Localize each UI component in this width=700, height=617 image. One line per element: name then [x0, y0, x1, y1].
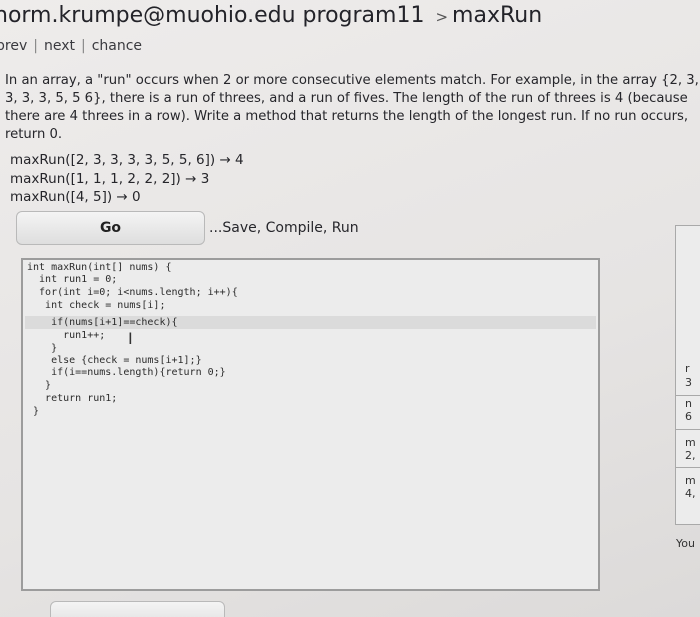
next-link[interactable]: next: [44, 38, 75, 54]
results-fragment: m: [685, 436, 696, 449]
problem-nav: prev | next | chance: [0, 38, 142, 54]
save-compile-run-hint: ...Save, Compile, Run: [209, 220, 359, 236]
description-line: In an array, a "run" occurs when 2 or mo…: [5, 73, 699, 88]
description-line: there are 4 threes in a row). Write a me…: [5, 109, 689, 124]
code-line: int check = nums[i];: [27, 300, 166, 311]
code-line: }: [27, 406, 40, 417]
partial-button[interactable]: [50, 601, 225, 617]
results-fragment: m: [685, 474, 696, 487]
results-divider: [675, 429, 700, 430]
go-button[interactable]: Go: [16, 211, 205, 245]
code-line: int run1 = 0;: [27, 274, 118, 285]
description-line: return 0.: [5, 127, 63, 142]
results-fragment: 6: [685, 410, 692, 423]
results-fragment: r: [685, 362, 690, 375]
code-line: run1++;: [27, 330, 106, 341]
results-fragment: n: [685, 397, 692, 410]
description-line: 3, 3, 3, 5, 5 6}, there is a run of thre…: [5, 91, 688, 106]
nav-divider: |: [80, 38, 86, 54]
example-line: maxRun([2, 3, 3, 3, 3, 5, 5, 6]) → 4: [10, 152, 244, 168]
example-line: maxRun([1, 1, 1, 2, 2, 2]) → 3: [10, 170, 210, 187]
code-line: }: [27, 343, 58, 354]
results-fragment: 4,: [685, 487, 696, 500]
text-cursor-icon: I: [128, 329, 133, 348]
code-line: else {check = nums[i+1];}: [27, 355, 202, 366]
results-fragment: 3: [685, 376, 692, 389]
code-line: if(i==nums.length){return 0;}: [27, 367, 226, 378]
breadcrumb-separator: >: [435, 8, 449, 26]
results-divider: [675, 395, 700, 396]
examples-list: maxRun([2, 3, 3, 3, 3, 5, 5, 6]) → 4 max…: [10, 151, 244, 207]
results-summary-text: You: [676, 537, 695, 550]
code-line: return run1;: [27, 393, 118, 404]
chance-link[interactable]: chance: [92, 38, 142, 54]
code-line: for(int i=0; i<nums.length; i++){: [27, 287, 238, 298]
problem-set-link[interactable]: program11: [303, 3, 425, 28]
code-editor[interactable]: int maxRun(int[] nums) { int run1 = 0; f…: [21, 258, 600, 591]
results-divider: [675, 467, 700, 468]
code-line: if(nums[i+1]==check){: [27, 317, 178, 328]
page-title: norm.krumpe@muohio.edu program11 > maxRun: [0, 3, 542, 28]
codingbat-page: norm.krumpe@muohio.edu program11 > maxRun…: [0, 0, 700, 617]
prev-link[interactable]: prev: [0, 38, 27, 54]
problem-name: maxRun: [452, 3, 543, 28]
results-fragment: 2,: [685, 449, 696, 462]
nav-divider: |: [33, 38, 38, 54]
user-link[interactable]: norm.krumpe@muohio.edu: [0, 3, 296, 28]
code-line: }: [27, 380, 52, 391]
example-line: maxRun([4, 5]) → 0: [10, 189, 141, 205]
code-line: int maxRun(int[] nums) {: [27, 262, 172, 273]
problem-description: In an array, a "run" occurs when 2 or mo…: [5, 72, 700, 144]
